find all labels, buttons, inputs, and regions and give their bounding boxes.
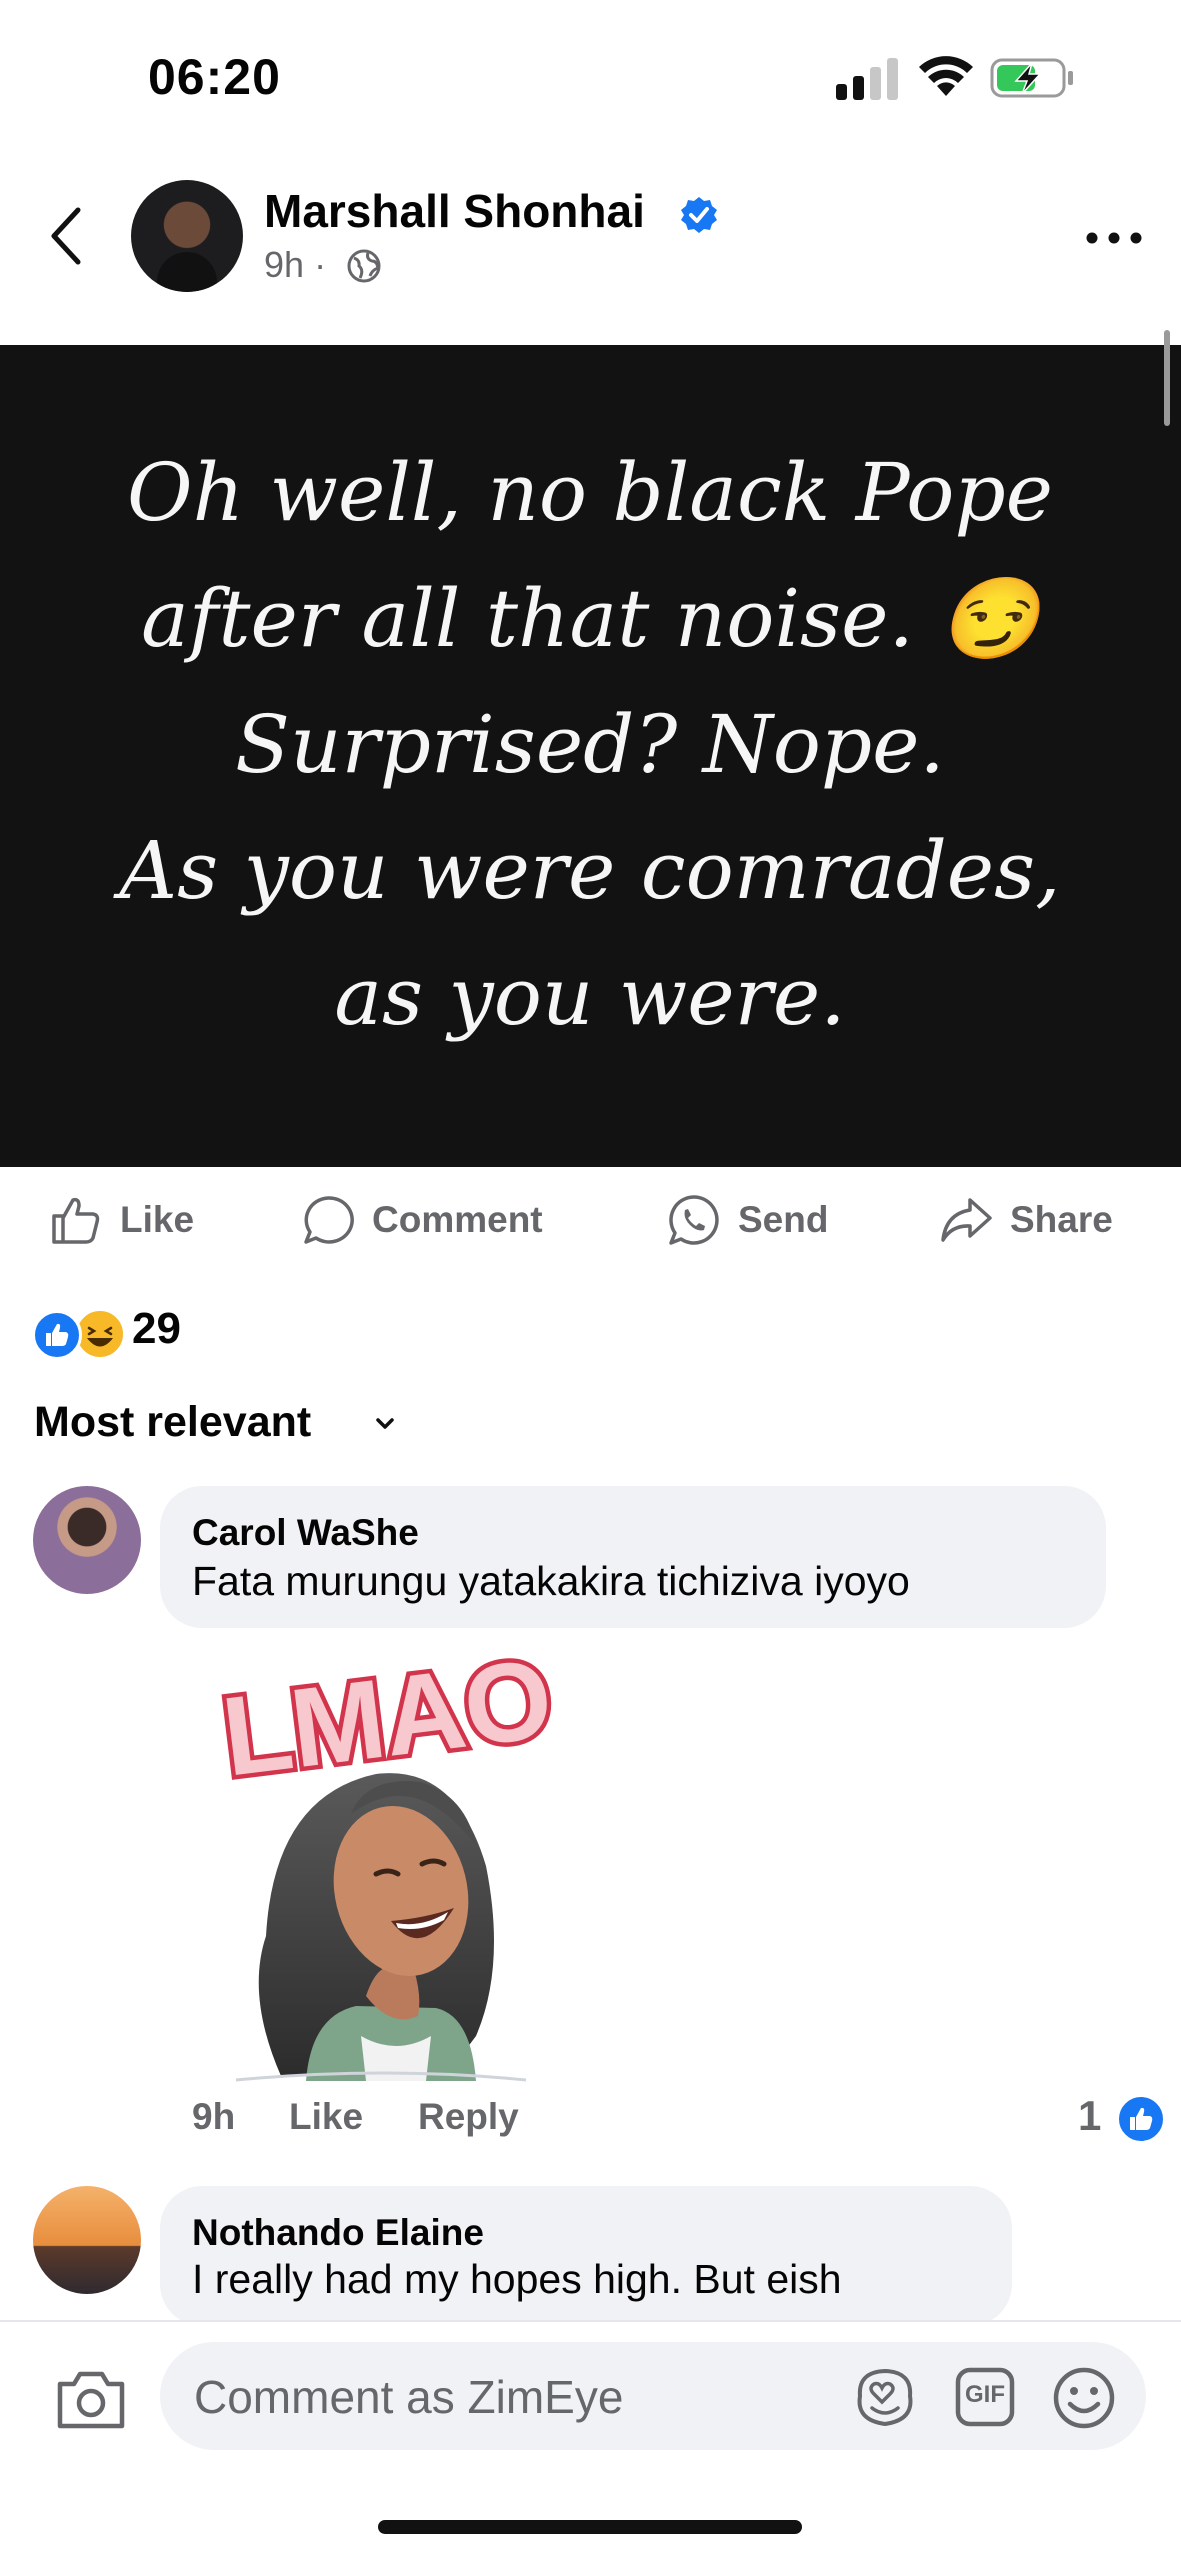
scrollbar[interactable] [1164,330,1170,426]
comment-text: Fata murungu yatakakira tichiziva iyoyo [192,1558,910,1604]
comment-reply-button[interactable]: Reply [418,2096,519,2138]
more-options-button[interactable] [1086,232,1142,244]
home-indicator[interactable] [378,2520,802,2534]
author-avatar[interactable] [131,180,243,292]
post-quote: Oh well, no black Pope after all that no… [60,430,1120,1060]
share-arrow-icon [941,1198,992,1242]
quote-line: after all that noise. 😏 [141,572,1039,665]
commenter-avatar[interactable] [33,2186,141,2294]
like-label: Like [120,1199,195,1240]
comment-like-count[interactable]: 1 [1078,2092,1101,2140]
quote-line: Oh well, no black Pope [126,446,1053,539]
quote-line: Surprised? Nope. [235,698,945,791]
back-button[interactable] [40,200,90,272]
chevron-down-icon [376,1418,394,1429]
globe-icon [347,249,381,283]
share-label: Share [1010,1199,1113,1240]
commenter-avatar[interactable] [33,1486,141,1594]
camera-icon[interactable] [54,2366,128,2432]
avatar-sticker-icon[interactable] [852,2366,918,2428]
comment-time: 9h [192,2096,236,2137]
quote-line: As you were comrades, [119,824,1061,917]
status-time: 06:20 [148,49,281,105]
lmao-sticker[interactable]: LMAO [186,1636,586,2086]
gif-button[interactable]: GIF [954,2366,1016,2428]
gif-label: GIF [965,2381,1005,2408]
like-button[interactable]: Like [48,1190,194,1250]
battery-charging-icon [990,58,1073,98]
like-reaction-icon [1116,2094,1166,2144]
comment-label: Comment [372,1199,543,1240]
author-name[interactable]: Marshall Shonhai [264,184,645,238]
share-button[interactable]: Share [938,1190,1113,1250]
send-label: Send [738,1199,829,1240]
commenter-name[interactable]: Carol WaShe [192,1512,419,1554]
post-meta: 9h · [264,244,326,286]
comment-bubble[interactable]: Nothando Elaine I really had my hopes hi… [160,2186,1012,2326]
comment-bubble[interactable]: Carol WaShe Fata murungu yatakakira tich… [160,1486,1106,1628]
thumbs-up-icon [52,1197,100,1244]
comment-text: I really had my hopes high. But eish [192,2256,842,2302]
commenter-name[interactable]: Nothando Elaine [192,2212,484,2254]
send-button[interactable]: Send [666,1190,828,1250]
comment-input-placeholder: Comment as ZimEye [194,2371,624,2423]
comment-like-button[interactable]: Like [289,2096,363,2138]
post-time: 9h [264,244,305,285]
like-reaction-icon [32,1310,82,1360]
quote-line: as you were. [334,950,846,1043]
reaction-count[interactable]: 29 [132,1304,181,1354]
signal-icon [836,58,898,100]
wifi-icon [919,56,973,96]
emoji-icon[interactable] [1052,2366,1116,2430]
verified-badge-icon [681,197,717,233]
whatsapp-icon [669,1195,719,1245]
speech-bubble-icon [304,1196,354,1244]
meta-separator: · [314,244,327,285]
comment-button[interactable]: Comment [300,1190,543,1250]
comment-sort-button[interactable]: Most relevant [34,1398,311,1447]
